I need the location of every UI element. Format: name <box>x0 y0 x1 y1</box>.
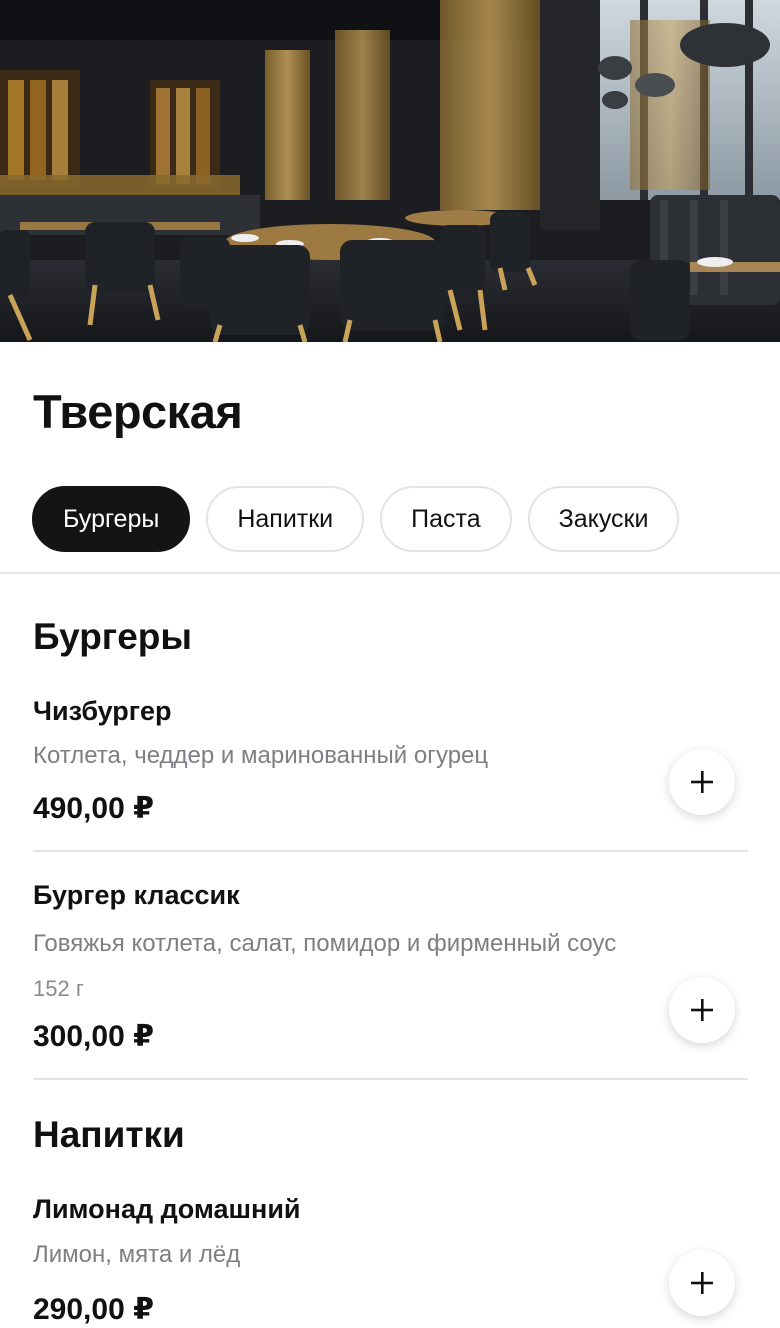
add-to-cart-button[interactable] <box>669 749 735 815</box>
item-name: Чизбургер <box>33 696 172 726</box>
tabs-divider <box>0 572 780 574</box>
tab-pasta[interactable]: Паста <box>380 486 512 552</box>
item-price: 490,00 ₽ <box>33 792 154 825</box>
plus-icon <box>691 1272 713 1294</box>
menu-item-cheeseburger: Чизбургер Котлета, чеддер и маринованный… <box>33 694 748 852</box>
page-title: Тверская <box>33 385 243 438</box>
item-description: Говяжья котлета, салат, помидор и фирмен… <box>33 930 617 957</box>
add-to-cart-button[interactable] <box>669 977 735 1043</box>
section-title-drinks: Напитки <box>33 1114 185 1155</box>
hero-image <box>0 0 780 342</box>
tab-snacks[interactable]: Закуски <box>527 486 680 552</box>
category-tabs: Бургеры Напитки Паста Закуски <box>32 486 680 552</box>
item-price: 300,00 ₽ <box>33 1020 154 1053</box>
item-name: Бургер классик <box>33 880 240 910</box>
item-price: 290,00 ₽ <box>33 1293 154 1326</box>
item-name: Лимонад домашний <box>33 1194 301 1224</box>
menu-item-classic-burger: Бургер классик Говяжья котлета, салат, п… <box>33 878 748 1080</box>
item-description: Лимон, мята и лёд <box>33 1241 241 1268</box>
item-description: Котлета, чеддер и маринованный огурец <box>33 742 489 769</box>
tab-burgers[interactable]: Бургеры <box>32 486 191 552</box>
section-title-burgers: Бургеры <box>33 616 192 657</box>
menu-item-lemonade: Лимонад домашний Лимон, мята и лёд 290,0… <box>33 1192 748 1328</box>
tab-drinks[interactable]: Напитки <box>206 486 365 552</box>
plus-icon <box>691 771 713 793</box>
item-divider <box>33 850 748 852</box>
plus-icon <box>691 999 713 1021</box>
item-weight: 152 г <box>33 976 84 1001</box>
item-divider <box>33 1078 748 1080</box>
add-to-cart-button[interactable] <box>669 1250 735 1316</box>
